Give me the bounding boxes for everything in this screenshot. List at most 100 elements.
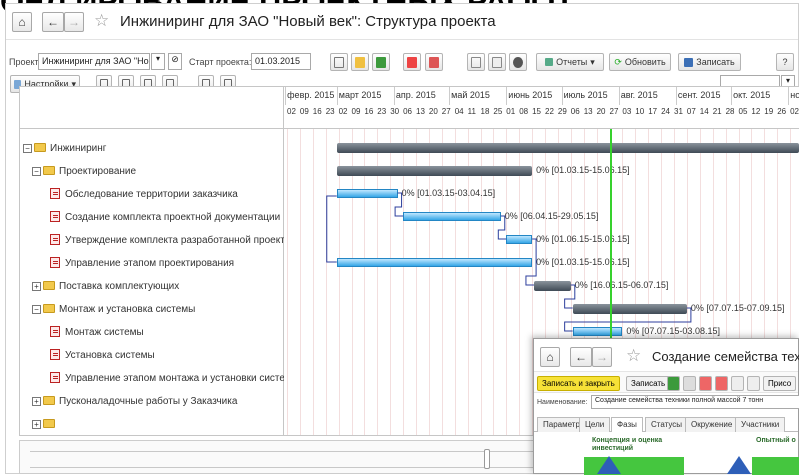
day-label: 10	[635, 107, 645, 116]
edit-icon[interactable]	[467, 53, 485, 71]
tree-group-row[interactable]: +	[20, 414, 284, 435]
forward-button[interactable]: →	[64, 12, 84, 32]
tree-group-row[interactable]: − Проектирование	[20, 161, 284, 184]
tree-group-row[interactable]: + Пусконаладочные работы у Заказчика	[20, 391, 284, 414]
task-bar[interactable]	[506, 235, 533, 244]
summary-bar[interactable]	[336, 166, 533, 176]
project-dropdown-icon[interactable]: ▾	[151, 53, 165, 70]
summary-bar[interactable]	[533, 281, 571, 291]
day-label: 28	[725, 107, 735, 116]
collapse-icon[interactable]: −	[23, 144, 32, 153]
open-link-icon[interactable]: ⊘	[168, 53, 182, 70]
day-label: 02	[338, 107, 348, 116]
day-label: 15	[532, 107, 541, 116]
start-label: Старт проекта:	[189, 57, 252, 67]
popup-forward-button[interactable]: →	[592, 347, 612, 367]
task-bar[interactable]	[572, 327, 623, 336]
tree-task-row[interactable]: Монтаж системы	[20, 322, 284, 345]
month-label: май 2015	[451, 90, 490, 100]
tree-row-label: Пусконаладочные работы у Заказчика	[59, 396, 238, 407]
tree-row-label: Обследование территории заказчика	[65, 189, 238, 200]
tree-task-row[interactable]: Управление этапом монтажа и установки си…	[20, 368, 284, 391]
folder-icon	[43, 166, 55, 175]
tree-group-row[interactable]: + Поставка комплектующих	[20, 276, 284, 299]
expand-icon[interactable]: +	[32, 397, 41, 406]
popup-home-button[interactable]: ⌂	[540, 347, 560, 367]
popup-green-icon[interactable]	[667, 376, 680, 391]
popup-tab[interactable]: Цели	[579, 417, 611, 432]
phase-2-bar[interactable]	[752, 457, 799, 475]
folder-open-icon[interactable]	[351, 53, 369, 71]
month-divider	[731, 87, 733, 105]
task-bar[interactable]	[336, 258, 533, 267]
report-red-icon[interactable]	[403, 53, 421, 71]
save-button[interactable]: Записать	[678, 53, 741, 71]
day-label: 30	[390, 107, 400, 116]
tree-row-label: Проектирование	[59, 166, 137, 177]
calendar-icon[interactable]	[330, 53, 348, 71]
task-bar[interactable]	[403, 212, 501, 221]
popup-favorite-star-icon[interactable]: ☆	[626, 346, 641, 366]
reports-button[interactable]: Отчеты ▾	[536, 53, 604, 71]
save-and-close-button[interactable]: Записать и закрыть	[537, 376, 620, 391]
day-label: 31	[674, 107, 683, 116]
popup-back-button[interactable]: ←	[570, 347, 592, 367]
month-label: сент. 2015	[677, 90, 721, 100]
milestone-2-icon	[727, 456, 751, 474]
month-divider	[285, 87, 287, 105]
popup-edit-icon[interactable]	[731, 376, 744, 391]
attach-icon[interactable]	[488, 53, 506, 71]
popup-tab[interactable]: Статусы	[645, 417, 689, 432]
day-label: 16	[312, 107, 322, 116]
month-divider	[336, 87, 338, 105]
summary-bar[interactable]	[336, 143, 799, 153]
phase-2-label: Опытный о	[756, 437, 796, 444]
popup-list-icon[interactable]	[683, 376, 696, 391]
export-green-icon[interactable]	[372, 53, 390, 71]
favorite-star-icon[interactable]: ☆	[94, 11, 109, 31]
day-label: 01	[506, 107, 516, 116]
task-icon	[50, 188, 60, 199]
expand-icon[interactable]: +	[32, 420, 41, 429]
gear-icon[interactable]	[509, 53, 527, 71]
collapse-icon[interactable]: −	[32, 305, 41, 314]
summary-bar[interactable]	[572, 304, 687, 314]
help-button[interactable]: ?	[776, 53, 794, 71]
tree-group-row[interactable]: − Монтаж и установка системы	[20, 299, 284, 322]
popup-more-button[interactable]: Присо	[763, 376, 797, 391]
back-button[interactable]: ←	[42, 12, 64, 32]
popup-tab[interactable]: Фазы	[611, 417, 643, 432]
start-date-field[interactable]: 01.03.2015	[251, 53, 311, 70]
task-bar[interactable]	[336, 189, 398, 198]
month-label: июль 2015	[563, 90, 608, 100]
popup-report-icon[interactable]	[699, 376, 712, 391]
expand-icon[interactable]: +	[32, 282, 41, 291]
popup-name-field[interactable]: Создание семейства техники полной массой…	[591, 395, 799, 409]
tree-task-row[interactable]: Обследование территории заказчика	[20, 184, 284, 207]
tree-task-row[interactable]: Утверждение комплекта разработанной прое…	[20, 230, 284, 253]
popup-save-button[interactable]: Записать	[626, 376, 671, 391]
popup-report-2-icon[interactable]	[715, 376, 728, 391]
day-label: 17	[648, 107, 658, 116]
popup-tabs: Параметры Цели Фазы Статусы Окружение Участни…	[534, 415, 798, 432]
popup-tab[interactable]: Окружение	[685, 417, 739, 432]
tree-task-row[interactable]: Создание комплекта проектной документаци…	[20, 207, 284, 230]
month-label: авг. 2015	[620, 90, 658, 100]
tree-task-row[interactable]: Установка системы	[20, 345, 284, 368]
tree-task-row[interactable]: Управление этапом проектирования	[20, 253, 284, 276]
scroll-thumb[interactable]	[484, 449, 490, 469]
popup-attach-icon[interactable]	[747, 376, 760, 391]
grid-line	[287, 129, 288, 435]
report-red-2-icon[interactable]	[425, 53, 443, 71]
popup-tab[interactable]: Участники	[735, 417, 786, 432]
bar-label: 0% [01.06.15-15.06.15]	[536, 234, 630, 244]
day-label: 08	[519, 107, 529, 116]
home-button[interactable]: ⌂	[12, 12, 32, 32]
collapse-icon[interactable]: −	[32, 167, 41, 176]
day-label: 29	[557, 107, 567, 116]
refresh-button[interactable]: ⟳ Обновить	[609, 53, 671, 71]
bar-label: 0% [06.04.15-29.05.15]	[504, 211, 599, 221]
tree-group-row[interactable]: − Инжиниринг	[20, 138, 284, 161]
month-divider	[618, 87, 620, 105]
project-select[interactable]: Инжиниринг для ЗАО "Новый	[38, 53, 150, 70]
